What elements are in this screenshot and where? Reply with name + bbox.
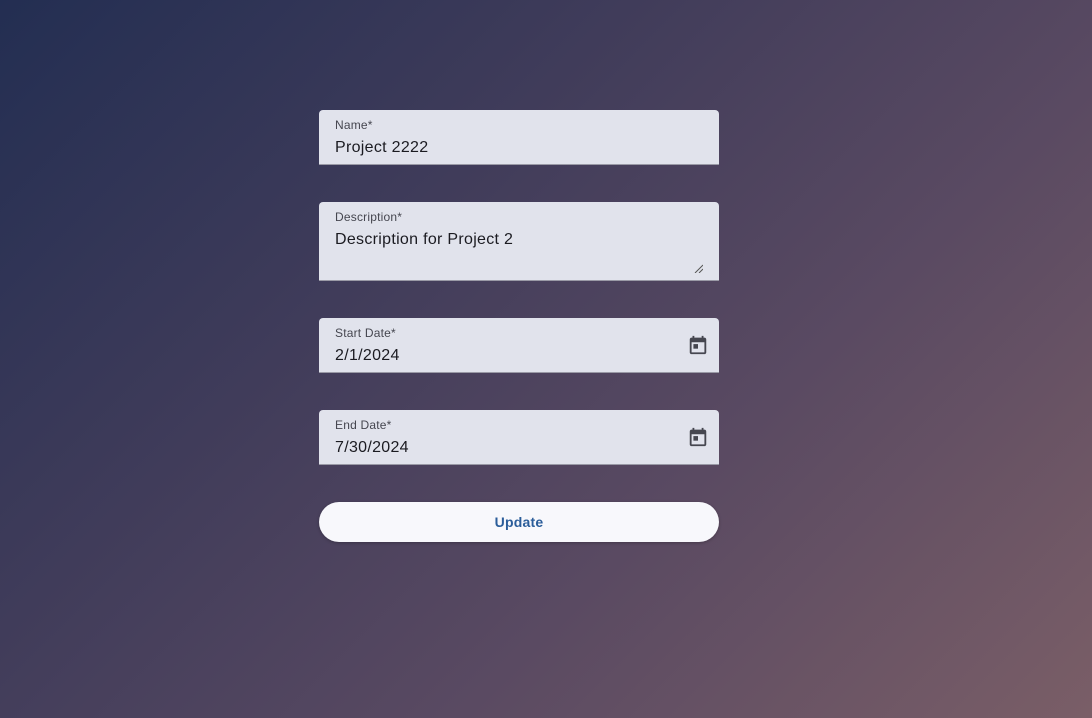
name-input[interactable]: Project 2222 — [335, 138, 665, 158]
end-date-field[interactable]: End Date* 7/30/2024 — [319, 410, 719, 465]
project-edit-form: Name* Project 2222 Description* Descript… — [319, 110, 719, 542]
name-field[interactable]: Name* Project 2222 — [319, 110, 719, 165]
description-label: Description* — [335, 210, 403, 224]
description-field[interactable]: Description* Description for Project 2 — [319, 202, 719, 281]
description-textarea[interactable]: Description for Project 2 — [335, 230, 665, 250]
end-date-label: End Date* — [335, 418, 392, 432]
calendar-icon[interactable] — [687, 334, 709, 356]
resize-handle-icon[interactable] — [694, 264, 703, 273]
end-date-input[interactable]: 7/30/2024 — [335, 438, 665, 458]
name-label: Name* — [335, 118, 373, 132]
update-button[interactable]: Update — [319, 502, 719, 542]
calendar-icon[interactable] — [687, 426, 709, 448]
start-date-input[interactable]: 2/1/2024 — [335, 346, 665, 366]
start-date-label: Start Date* — [335, 326, 396, 340]
start-date-field[interactable]: Start Date* 2/1/2024 — [319, 318, 719, 373]
